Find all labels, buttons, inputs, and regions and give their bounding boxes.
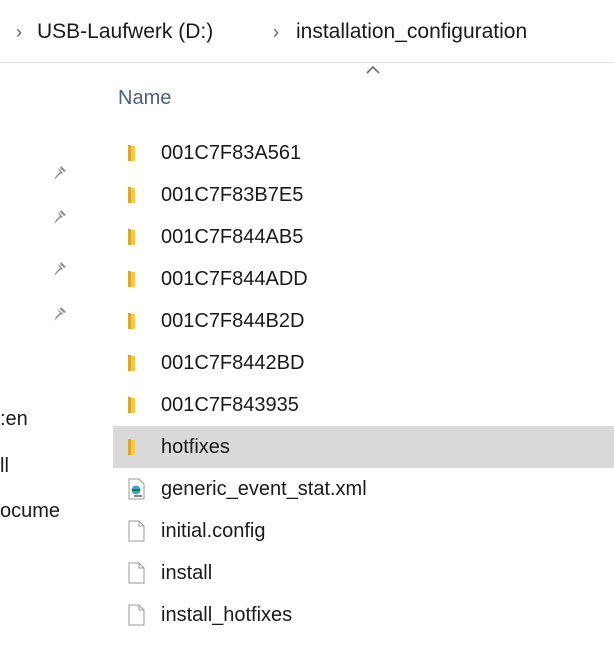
file-name: install_hotfixes: [161, 604, 293, 626]
list-item[interactable]: 001C7F83B7E5: [113, 174, 614, 216]
list-item[interactable]: 001C7F8442BD: [113, 342, 614, 384]
file-name: 001C7F83B7E5: [161, 184, 304, 206]
file-list: 001C7F83A561 001C7F83B7E5 001C7F844AB5 0…: [113, 132, 614, 646]
file-name: 001C7F844ADD: [161, 268, 308, 290]
pin-icon[interactable]: [50, 208, 70, 228]
file-explorer-window: › USB-Laufwerk (D:) › installation_confi…: [0, 0, 614, 646]
nav-item[interactable]: ll: [0, 454, 9, 478]
nav-item[interactable]: :en: [0, 407, 28, 431]
navigation-pane: :en ll ocume: [0, 62, 110, 646]
folder-icon: [125, 268, 147, 290]
file-name: hotfixes: [161, 436, 230, 458]
pin-icon[interactable]: [50, 305, 70, 325]
list-item[interactable]: 001C7F843935: [113, 384, 614, 426]
list-item[interactable]: 001C7F844AB5: [113, 216, 614, 258]
file-name: 001C7F844B2D: [161, 310, 305, 332]
breadcrumb-item-usb-drive[interactable]: USB-Laufwerk (D:): [37, 19, 213, 45]
file-name: 001C7F83A561: [161, 142, 302, 164]
list-item[interactable]: generic_event_stat.xml: [113, 468, 614, 510]
breadcrumb-item-installation-configuration[interactable]: installation_configuration: [296, 19, 527, 45]
list-item[interactable]: install_hotfixes: [113, 594, 614, 636]
folder-icon: [125, 142, 147, 164]
file-name: initial.config: [161, 520, 266, 542]
folder-icon: [125, 352, 147, 374]
list-item[interactable]: install: [113, 552, 614, 594]
folder-icon: [125, 436, 147, 458]
folder-icon: [125, 310, 147, 332]
column-header-name[interactable]: Name: [118, 86, 171, 110]
folder-icon: [125, 394, 147, 416]
list-item[interactable]: 001C7F844B2D: [113, 300, 614, 342]
file-icon: [125, 520, 147, 542]
folder-icon: [125, 184, 147, 206]
file-name: 001C7F843935: [161, 394, 299, 416]
list-item[interactable]: initial.config: [113, 510, 614, 552]
file-icon: [125, 562, 147, 584]
folder-icon: [125, 226, 147, 248]
list-item-selected[interactable]: hotfixes: [113, 426, 614, 468]
nav-item[interactable]: ocume: [0, 499, 60, 523]
address-bar[interactable]: › USB-Laufwerk (D:) › installation_confi…: [0, 0, 614, 63]
breadcrumb-separator[interactable]: ›: [273, 19, 279, 45]
breadcrumb-separator[interactable]: ›: [16, 19, 22, 45]
pin-icon[interactable]: [50, 260, 70, 280]
file-icon: [125, 604, 147, 626]
file-name: generic_event_stat.xml: [161, 478, 367, 500]
file-name: 001C7F844AB5: [161, 226, 304, 248]
list-item[interactable]: 001C7F844ADD: [113, 258, 614, 300]
file-name: install: [161, 562, 213, 584]
chevron-up-icon: [366, 65, 380, 74]
xml-file-icon: [125, 478, 147, 500]
list-item[interactable]: 001C7F83A561: [113, 132, 614, 174]
file-name: 001C7F8442BD: [161, 352, 305, 374]
pin-icon[interactable]: [50, 164, 70, 184]
